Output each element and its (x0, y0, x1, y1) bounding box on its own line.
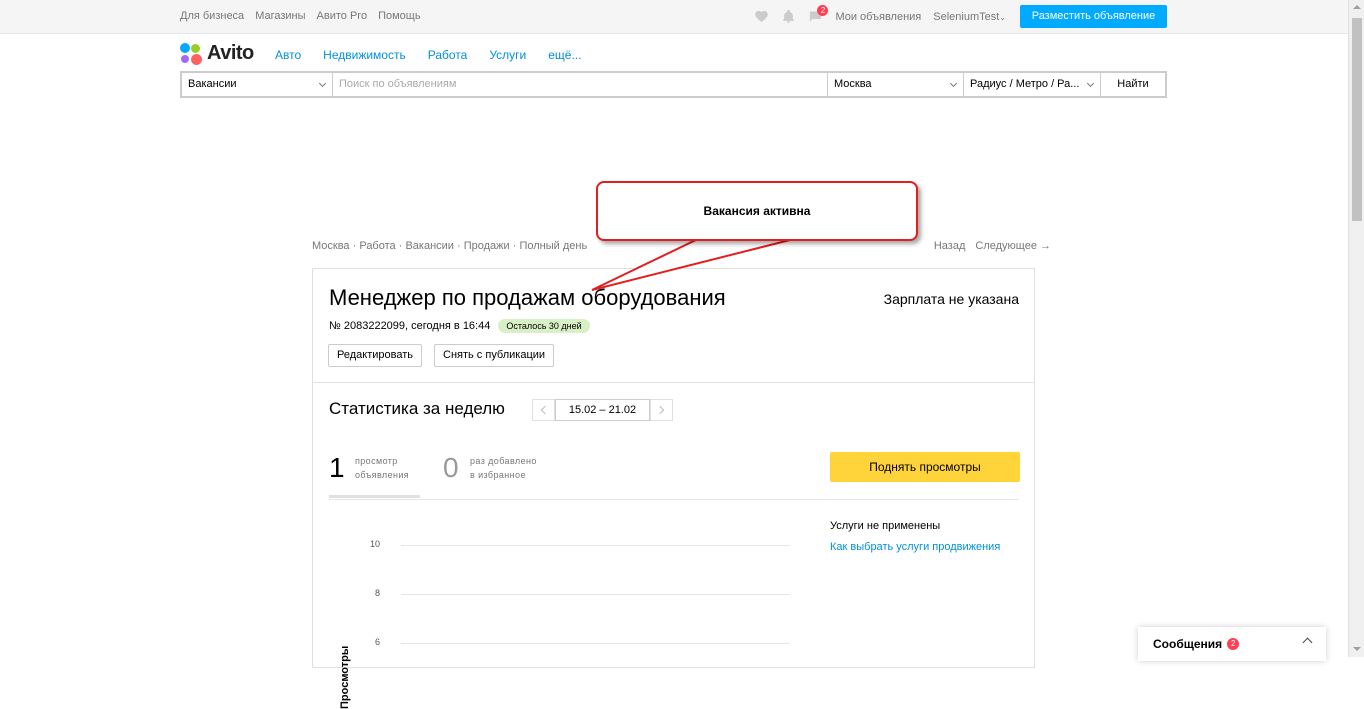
nav-auto[interactable]: Авто (275, 48, 301, 62)
top-right-controls: 2 Мои объявления SeleniumTest⌄ Разместит… (754, 5, 1167, 28)
y-tick-label: 10 (369, 539, 380, 549)
breadcrumb-item[interactable]: Работа (359, 240, 395, 252)
notifications-bell-icon[interactable] (781, 9, 796, 24)
y-axis-title: Просмотры (339, 645, 351, 709)
ad-card: Менеджер по продажам оборудования Зарпла… (312, 268, 1035, 709)
messages-badge: 2 (817, 5, 829, 16)
unpublish-button[interactable]: Снять с публикации (434, 344, 555, 367)
next-link[interactable]: Следующее → (975, 240, 1051, 252)
logo-text: Avito (207, 42, 254, 64)
views-label-line1: просмотр (355, 456, 398, 466)
avito-logo[interactable]: Avito (180, 42, 254, 65)
link-business[interactable]: Для бизнеса (180, 10, 244, 22)
radius-select[interactable]: Радиус / Метро / Ра... (964, 73, 1101, 96)
breadcrumb-item[interactable]: Полный день (519, 240, 587, 252)
page-scrollbar[interactable] (1348, 0, 1364, 657)
my-ads-link[interactable]: Мои объявления (835, 11, 921, 23)
prev-week-button[interactable] (532, 399, 555, 421)
y-tick-label: 8 (374, 588, 380, 598)
ad-number-date: № 2083222099, сегодня в 16:44 (329, 320, 491, 332)
ad-salary: Зарплата не указана (883, 291, 1019, 307)
nav-jobs[interactable]: Работа (428, 48, 468, 62)
grid-line (401, 643, 790, 644)
date-range: 15.02 – 21.02 (555, 399, 650, 421)
messages-chat-icon[interactable]: 2 (808, 5, 829, 24)
back-link[interactable]: Назад (934, 240, 966, 252)
stats-title: Статистика за неделю (329, 399, 505, 418)
radius-value: Радиус / Метро / Ра... (970, 78, 1080, 90)
edit-button[interactable]: Редактировать (328, 344, 422, 367)
user-name: SeleniumTest (933, 10, 1000, 23)
top-links: Для бизнеса Магазины Авито Pro Помощь (180, 10, 421, 22)
link-help[interactable]: Помощь (378, 10, 421, 22)
scroll-down-arrow-icon[interactable] (1353, 647, 1361, 651)
link-shops[interactable]: Магазины (255, 10, 305, 22)
nav-more[interactable]: ещё... (548, 48, 581, 62)
favorites-label-line2: в избранное (470, 470, 526, 480)
next-week-button[interactable] (650, 399, 673, 421)
remaining-days-badge: Осталось 30 дней (498, 319, 590, 333)
ad-title: Менеджер по продажам оборудования (329, 285, 726, 310)
chevron-up-icon[interactable] (1302, 637, 1313, 648)
messages-widget-count: 2 (1227, 638, 1240, 650)
messages-widget[interactable]: Сообщения 2 (1138, 627, 1326, 661)
messages-widget-label: Сообщения (1153, 637, 1223, 651)
views-label: просмотр объявления (355, 454, 409, 482)
grid-line (401, 594, 790, 595)
breadcrumb-item[interactable]: Москва (312, 240, 350, 252)
favorites-label: раз добавлено в избранное (470, 454, 537, 482)
search-bar: Вакансии Поиск по объявлениям Москва Рад… (180, 71, 1167, 98)
card-divider (313, 382, 1034, 383)
chevron-down-icon (1086, 79, 1095, 88)
find-button[interactable]: Найти (1101, 73, 1165, 96)
services-status: Услуги не применены (830, 520, 941, 532)
y-tick-label: 6 (374, 637, 380, 647)
favorites-count[interactable]: 0 (443, 452, 459, 484)
callout-box: Вакансия активна (596, 181, 918, 241)
breadcrumb-item[interactable]: Продажи (464, 240, 510, 252)
chevron-down-icon (949, 79, 958, 88)
ad-meta: № 2083222099, сегодня в 16:44 Осталось 3… (329, 319, 590, 333)
main-nav: Авто Недвижимость Работа Услуги ещё... (275, 48, 581, 62)
city-value: Москва (834, 78, 872, 90)
grid-line (401, 545, 790, 546)
scroll-up-arrow-icon[interactable] (1353, 5, 1361, 9)
chevron-down-icon: ⌄ (999, 12, 1006, 22)
city-select[interactable]: Москва (828, 73, 964, 96)
services-help-link[interactable]: Как выбрать услуги продвижения (830, 541, 1000, 553)
favorites-heart-icon[interactable] (754, 9, 769, 24)
favorites-label-line1: раз добавлено (470, 456, 537, 466)
nav-services[interactable]: Услуги (489, 48, 526, 62)
chevron-right-icon (655, 405, 665, 415)
breadcrumb-item[interactable]: Вакансии (405, 240, 454, 252)
user-menu[interactable]: SeleniumTest⌄ (933, 11, 1006, 23)
ad-navigation: Назад Следующее → (934, 240, 1051, 252)
breadcrumb: Москва · Работа · Вакансии · Продажи · П… (312, 240, 588, 252)
search-placeholder: Поиск по объявлениям (339, 78, 457, 90)
link-avito-pro[interactable]: Авито Pro (317, 10, 368, 22)
category-value: Вакансии (188, 78, 237, 90)
logo-dots-icon (180, 42, 202, 65)
post-ad-button[interactable]: Разместить объявление (1020, 5, 1167, 28)
date-range-nav: 15.02 – 21.02 (532, 399, 673, 421)
chevron-down-icon (318, 79, 327, 88)
active-stat-indicator (329, 495, 420, 498)
views-count[interactable]: 1 (329, 452, 345, 484)
top-bar: Для бизнеса Магазины Авито Pro Помощь 2 … (0, 0, 1348, 34)
views-label-line2: объявления (355, 470, 410, 480)
chevron-left-icon (540, 405, 550, 415)
nav-realty[interactable]: Недвижимость (323, 48, 406, 62)
category-select[interactable]: Вакансии (182, 73, 333, 96)
raise-views-button[interactable]: Поднять просмотры (830, 452, 1020, 482)
scrollbar-thumb[interactable] (1352, 18, 1362, 221)
search-input[interactable]: Поиск по объявлениям (333, 73, 828, 96)
stats-divider (329, 499, 1019, 500)
